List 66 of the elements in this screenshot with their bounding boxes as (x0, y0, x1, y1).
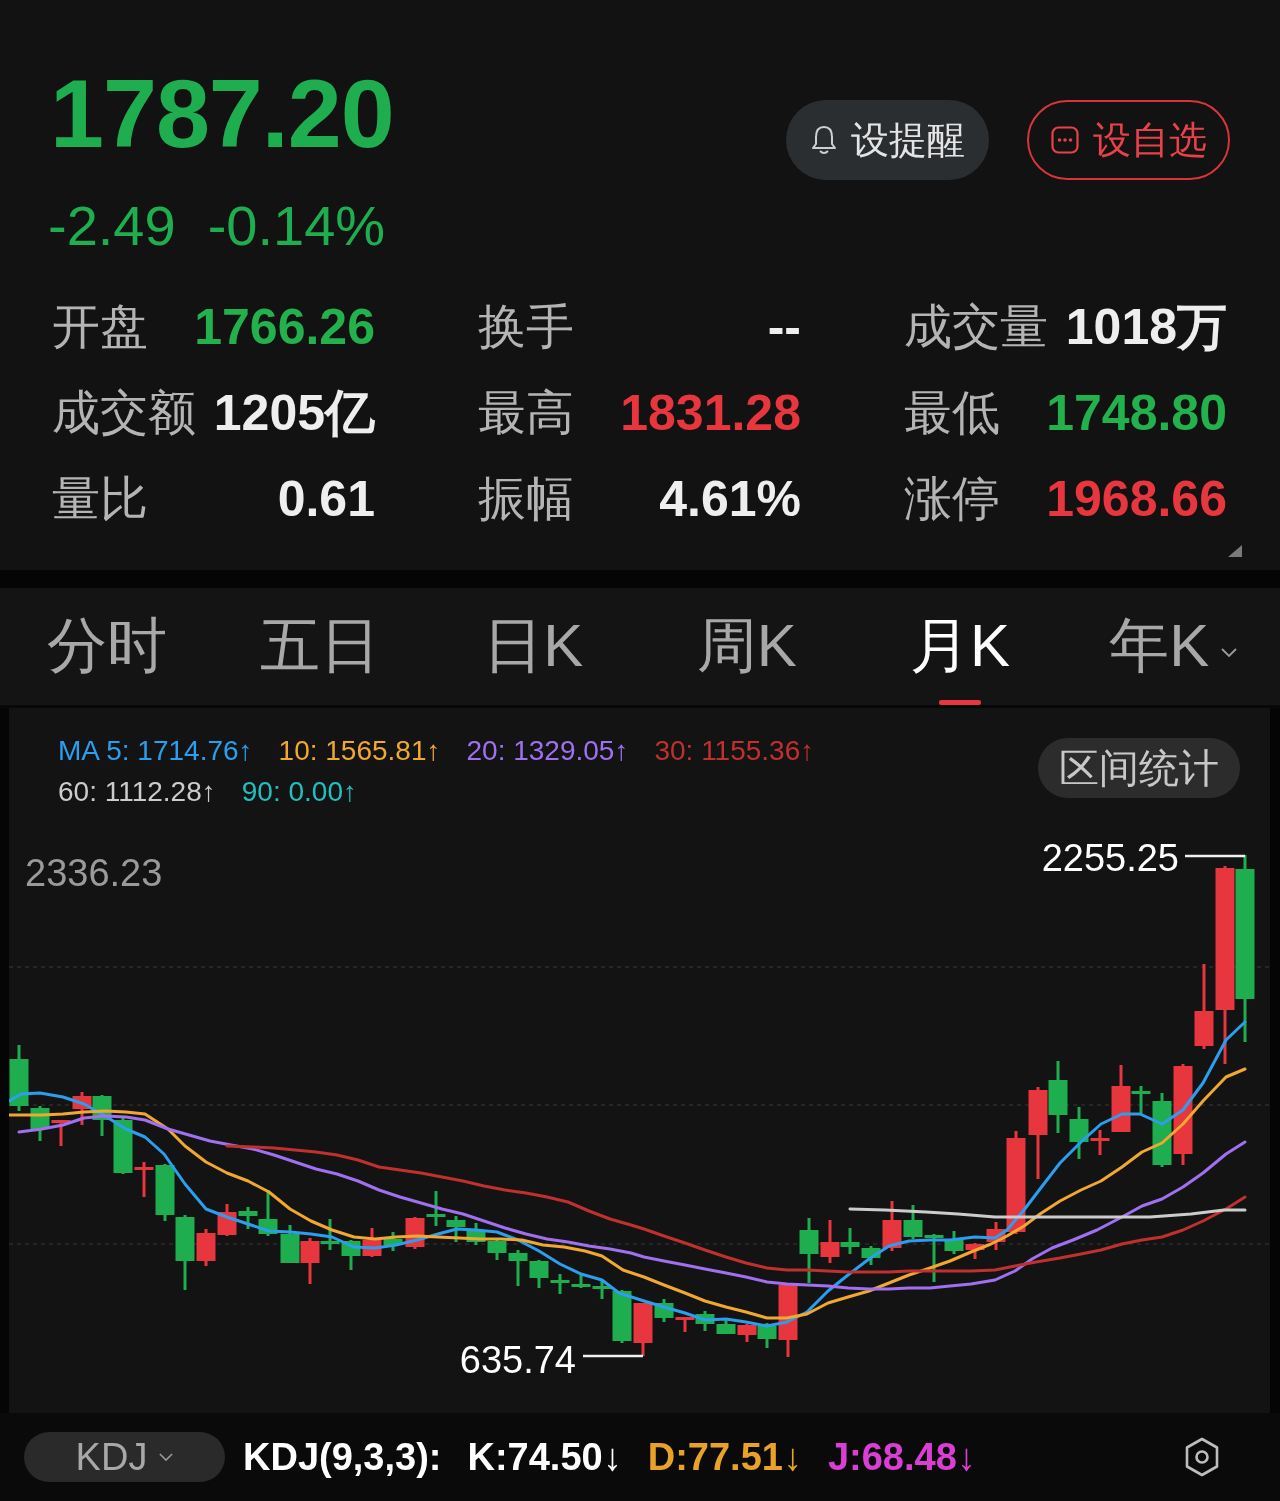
percent-change: -0.14% (207, 198, 386, 254)
candlestick (426, 1191, 446, 1226)
moving-average-value: 90: 0.00↑ (241, 777, 357, 806)
candlestick (716, 1318, 736, 1334)
candlestick (529, 1260, 549, 1288)
axis-max-label: 2336.23 (25, 851, 163, 895)
leader-line (1185, 854, 1245, 858)
candlestick (446, 1216, 466, 1242)
stat-value: 1748.80 (1046, 388, 1227, 438)
stat-value: 1968.66 (1046, 474, 1227, 524)
moving-average-value: 30: 1155.36↑ (654, 736, 815, 765)
moving-average-value: MA 5: 1714.76↑ (58, 736, 253, 765)
stat-label: 涨停 (904, 475, 1000, 523)
current-price: 1787.20 (50, 65, 394, 162)
candlestick (341, 1240, 361, 1270)
stat-value: 1831.28 (620, 388, 801, 438)
candlestick (571, 1274, 591, 1288)
bell-icon (810, 125, 837, 155)
stat-label: 振幅 (478, 475, 574, 523)
candlestick (72, 1092, 92, 1125)
period-tab[interactable]: 日K (426, 588, 640, 705)
indicator-reading: K:74.50↓ (467, 1438, 622, 1476)
period-tab[interactable]: 分时 (0, 588, 214, 705)
candlestick (695, 1311, 715, 1331)
dots-square-icon (1050, 126, 1079, 154)
indicator-reading: KDJ(9,3,3): (243, 1438, 442, 1476)
candlestick (92, 1095, 112, 1136)
candlestick (1048, 1061, 1068, 1133)
low-price-label: 635.74 (459, 1338, 576, 1382)
indicator-reading: D:77.51↓ (647, 1438, 802, 1476)
add-watchlist-button[interactable]: 设自选 (1027, 100, 1230, 180)
stat-value: 1766.26 (194, 302, 375, 352)
stat-label: 量比 (52, 475, 148, 523)
period-tab[interactable]: 五日 (213, 588, 427, 705)
period-tab[interactable]: 年K (1066, 588, 1280, 705)
price-change: -2.49 (48, 198, 176, 254)
stat-value: 1205亿 (213, 388, 375, 438)
range-statistics-button[interactable]: 区间统计 (1038, 738, 1240, 798)
stat-value: 1018万 (1065, 302, 1227, 352)
corner-triangle-icon[interactable] (1228, 545, 1242, 557)
stat-value: 0.61 (277, 474, 375, 524)
candlestick (550, 1274, 570, 1294)
leader-line (583, 1354, 643, 1358)
stat-label: 最高 (478, 389, 574, 437)
caret-icon (159, 1453, 174, 1461)
stat-label: 开盘 (52, 303, 148, 351)
moving-average-value: 10: 1565.81↑ (278, 736, 441, 765)
candlestick (466, 1223, 486, 1245)
period-tab[interactable]: 月K (853, 588, 1067, 705)
candlestick (280, 1225, 300, 1263)
stat-value: -- (767, 302, 801, 352)
indicator-reading: J:68.48↓ (827, 1438, 976, 1476)
stat-label: 成交量 (904, 303, 1048, 351)
period-tab[interactable]: 周K (640, 588, 854, 705)
stat-label: 成交额 (52, 389, 196, 437)
set-alert-button[interactable]: 设提醒 (786, 100, 989, 180)
indicator-dropdown[interactable]: KDJ (24, 1432, 225, 1482)
moving-average-value: 20: 1329.05↑ (466, 736, 629, 765)
stat-value: 4.61% (659, 474, 801, 524)
moving-average-value: 60: 1112.28↑ (58, 777, 216, 806)
high-price-label: 2255.25 (1041, 836, 1179, 880)
stat-label: 最低 (904, 389, 1000, 437)
stat-label: 换手 (478, 303, 574, 351)
settings-icon[interactable] (1184, 1437, 1220, 1477)
candlestick (51, 1120, 71, 1146)
candlestick (737, 1324, 757, 1342)
